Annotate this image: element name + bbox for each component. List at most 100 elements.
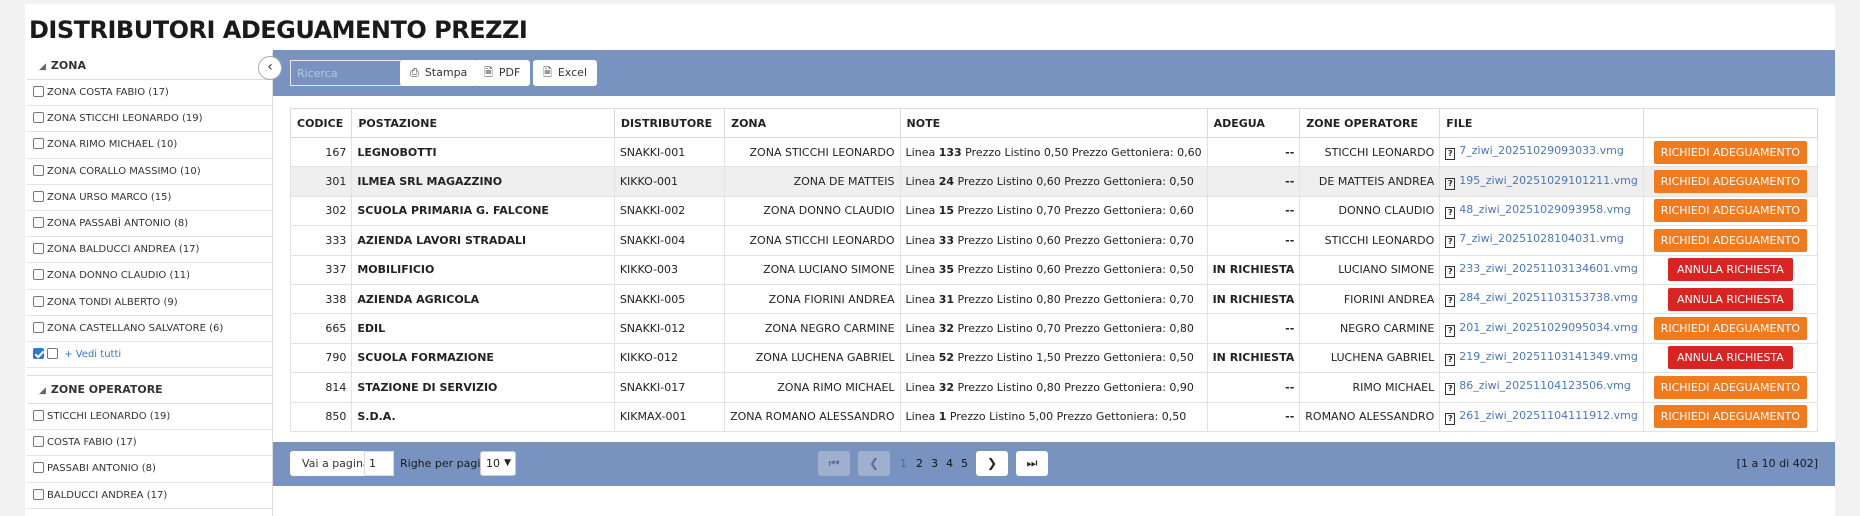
excel-button[interactable]: 🗎 Excel	[533, 60, 597, 86]
checkbox-icon[interactable]	[33, 269, 44, 281]
filter-item[interactable]: ZONA CASTELLANO SALVATORE (6)	[27, 316, 272, 342]
pdf-button[interactable]: 🗎 PDF	[474, 60, 531, 86]
group-header-zone-operatore[interactable]: ◢ ZONE OPERATORE	[27, 376, 272, 405]
file-link[interactable]: 86_ziwi_20251104123506.vmg	[1459, 379, 1631, 392]
request-adjustment-button[interactable]: RICHIEDI ADEGUAMENTO	[1653, 375, 1808, 399]
page-number[interactable]: 1	[900, 451, 907, 476]
cell-adegua: --	[1206, 225, 1301, 256]
column-header[interactable]: NOTE	[899, 108, 1208, 138]
cell-codice: 333	[289, 225, 353, 256]
cell-operatore: NEGRO CARMINE	[1299, 313, 1441, 344]
filter-item[interactable]: BALDUCCI ANDREA (17)	[27, 483, 272, 509]
request-adjustment-button[interactable]: RICHIEDI ADEGUAMENTO	[1653, 199, 1808, 223]
column-header[interactable]: ADEGUA	[1206, 108, 1301, 138]
file-link[interactable]: 195_ziwi_20251029101211.vmg	[1459, 174, 1638, 187]
checkbox-icon[interactable]	[33, 488, 44, 500]
last-page-button[interactable]: ⏭	[1016, 451, 1048, 476]
table-row[interactable]: 301 ILMEA SRL MAGAZZINO KIKKO-001 ZONA DE M…	[289, 166, 1819, 197]
cancel-request-button[interactable]: ANNULA RICHIESTA	[1667, 258, 1793, 282]
search-input[interactable]	[290, 60, 417, 86]
next-page-button[interactable]: ❯	[976, 451, 1008, 476]
checkbox-icon[interactable]	[47, 347, 58, 359]
pagination-bar: Vai a pagina 1 Righe per pagina 10 ▼ ⏮ ❮ …	[273, 442, 1835, 486]
filter-item[interactable]: ZONA TONDI ALBERTO (9)	[27, 290, 272, 316]
cancel-request-button[interactable]: ANNULA RICHIESTA	[1667, 287, 1793, 311]
column-header[interactable]: POSTAZIONE	[351, 108, 615, 138]
cell-operatore: DONNO CLAUDIO	[1299, 195, 1441, 227]
checkbox-icon[interactable]	[33, 86, 44, 97]
checkbox-icon[interactable]	[33, 164, 44, 176]
page-number[interactable]: 2	[916, 451, 923, 476]
checkbox-icon[interactable]	[33, 243, 44, 255]
filter-item[interactable]: ZONA URSO MARCO (15)	[27, 185, 272, 211]
filter-item[interactable]: STICCHI LEONARDO (19)	[27, 404, 272, 431]
operatore-filter-list: STICCHI LEONARDO (19) COSTA FABIO (17) PAS…	[27, 404, 272, 509]
file-link[interactable]: 7_ziwi_20251028104031.vmg	[1459, 232, 1624, 245]
checkbox-icon[interactable]	[33, 190, 44, 202]
checkbox-icon[interactable]	[33, 321, 44, 333]
checkbox-icon[interactable]	[33, 112, 44, 124]
request-adjustment-button[interactable]: RICHIEDI ADEGUAMENTO	[1653, 405, 1808, 429]
table-row[interactable]: 337 MOBILIFICIO KIKKO-003 ZONA LUCIANO SIMO…	[289, 254, 1819, 285]
request-adjustment-button[interactable]: RICHIEDI ADEGUAMENTO	[1653, 170, 1808, 194]
vedi-tutti-row[interactable]: + Vedi tutti	[27, 342, 272, 369]
request-adjustment-button[interactable]: RICHIEDI ADEGUAMENTO	[1653, 140, 1808, 164]
file-link[interactable]: 219_ziwi_20251103141349.vmg	[1459, 350, 1638, 363]
file-link[interactable]: 201_ziwi_20251029095034.vmg	[1459, 321, 1638, 334]
page-number[interactable]: 3	[931, 451, 938, 476]
filter-item[interactable]: COSTA FABIO (17)	[27, 430, 272, 457]
file-link[interactable]: 261_ziwi_20251104111912.vmg	[1459, 409, 1638, 422]
checkbox-icon[interactable]	[33, 462, 44, 474]
table-row[interactable]: 302 SCUOLA PRIMARIA G. FALCONE SNAKKI-002 Z…	[289, 195, 1819, 227]
checkbox-icon[interactable]	[33, 138, 44, 150]
file-link[interactable]: 7_ziwi_20251029093033.vmg	[1459, 144, 1624, 157]
filter-item[interactable]: ZONA BALDUCCI ANDREA (17)	[27, 237, 272, 264]
checkbox-icon[interactable]	[33, 410, 44, 422]
table-row[interactable]: 338 AZIENDA AGRICOLA SNAKKI-005 ZONA FIORIN…	[289, 283, 1819, 315]
page-number[interactable]: 5	[961, 451, 968, 476]
prev-page-button[interactable]: ❮	[858, 451, 890, 476]
file-link[interactable]: 284_ziwi_20251103153738.vmg	[1459, 291, 1638, 304]
column-header[interactable]: FILE	[1439, 108, 1644, 138]
vedi-tutti-link[interactable]: + Vedi tutti	[64, 349, 121, 360]
goto-page-input[interactable]: 1	[364, 451, 394, 476]
table-row[interactable]: 814 STAZIONE DI SERVIZIO SNAKKI-017 ZONA RI…	[289, 372, 1819, 403]
column-header[interactable]	[1642, 108, 1819, 138]
filter-item[interactable]: ZONA PASSABÌ ANTONIO (8)	[27, 211, 272, 238]
first-page-button[interactable]: ⏮	[818, 451, 850, 476]
chevron-right-icon: ❯	[986, 456, 998, 470]
file-link[interactable]: 233_ziwi_20251103134601.vmg	[1459, 262, 1638, 275]
table-row[interactable]: 665 EDIL SNAKKI-012 ZONA NEGRO CARMINE Linea…	[289, 313, 1819, 344]
filter-item[interactable]: ZONA DONNO CLAUDIO (11)	[27, 263, 272, 290]
page-number[interactable]: 4	[946, 451, 953, 476]
column-header[interactable]: DISTRIBUTORE	[613, 108, 726, 138]
group-header-zona[interactable]: ◢ ZONA	[27, 52, 272, 80]
collapse-sidebar-button[interactable]: ‹	[258, 56, 282, 80]
column-header[interactable]: ZONA	[724, 108, 901, 138]
request-adjustment-button[interactable]: RICHIEDI ADEGUAMENTO	[1653, 228, 1808, 252]
cell-action: ANNULA RICHIESTA	[1642, 254, 1819, 285]
filter-item[interactable]: ZONA COSTA FABIO (17)	[27, 80, 272, 107]
filter-item[interactable]: ZONA RIMO MICHAEL (10)	[27, 132, 272, 159]
request-adjustment-button[interactable]: RICHIEDI ADEGUAMENTO	[1653, 317, 1808, 341]
filter-item[interactable]: ZONA CORALLO MASSIMO (10)	[27, 159, 272, 185]
column-header[interactable]: CODICE	[289, 108, 353, 138]
cancel-request-button[interactable]: ANNULA RICHIESTA	[1667, 346, 1793, 370]
checkbox-checked-icon[interactable]	[33, 347, 44, 359]
cell-note: Linea 52 Prezzo Listino 1,50 Prezzo Gett…	[899, 342, 1208, 374]
filter-item[interactable]: PASSABI ANTONIO (8)	[27, 456, 272, 483]
filter-item[interactable]: ZONA STICCHI LEONARDO (19)	[27, 106, 272, 133]
checkbox-icon[interactable]	[33, 216, 44, 228]
table-row[interactable]: 790 SCUOLA FORMAZIONE KIKKO-012 ZONA LUCHEN…	[289, 342, 1819, 374]
cell-distributore: KIKKO-012	[613, 342, 726, 374]
table-row[interactable]: 850 S.D.A. KIKMAX-001 ZONA ROMANO ALESSANDR…	[289, 401, 1819, 432]
checkbox-icon[interactable]	[33, 295, 44, 307]
print-button[interactable]: ⎙ Stampa	[400, 60, 478, 86]
column-header[interactable]: ZONE OPERATORE	[1299, 108, 1441, 138]
cell-adegua: --	[1206, 401, 1301, 432]
rows-per-page-select[interactable]: 10 ▼	[480, 451, 516, 476]
table-row[interactable]: 333 AZIENDA LAVORI STRADALI SNAKKI-004 ZONA…	[289, 225, 1819, 256]
file-link[interactable]: 48_ziwi_20251029093958.vmg	[1459, 203, 1631, 216]
checkbox-icon[interactable]	[33, 436, 44, 448]
table-row[interactable]: 167 LEGNOBOTTI SNAKKI-001 ZONA STICCHI LEON…	[289, 136, 1819, 168]
